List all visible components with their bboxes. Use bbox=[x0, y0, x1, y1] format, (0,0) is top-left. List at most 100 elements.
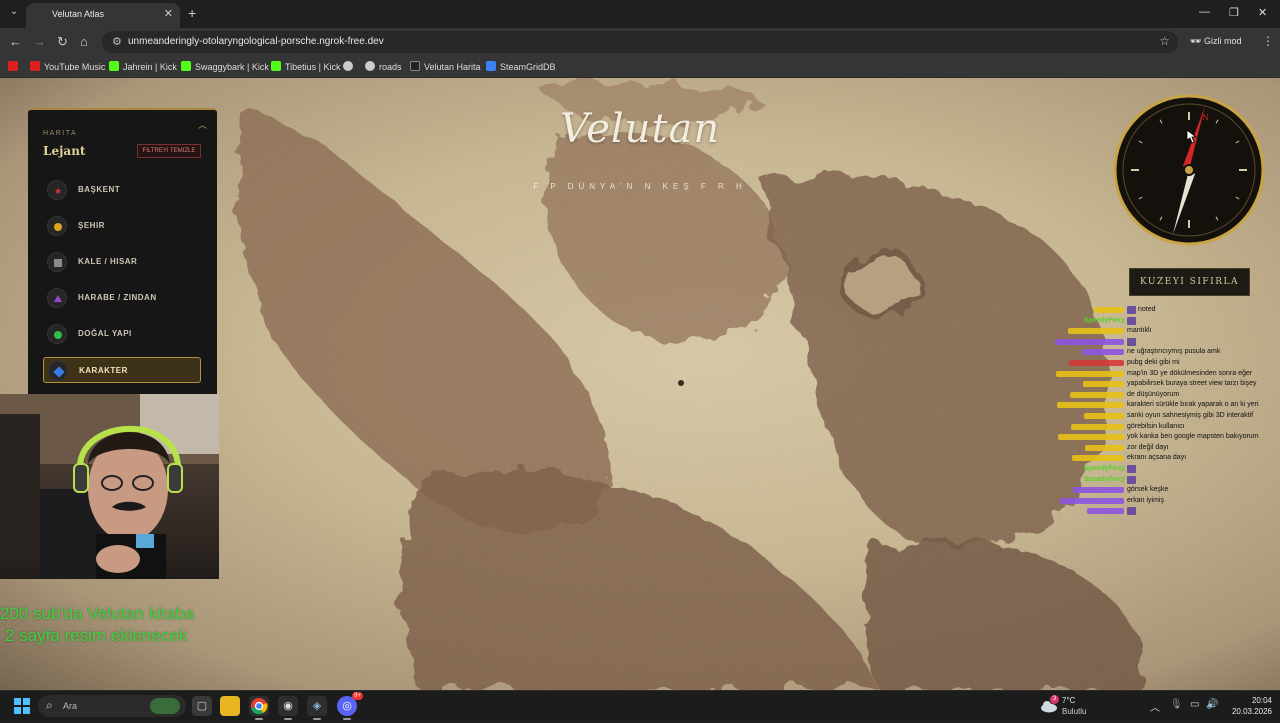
browser-toolbar: ← → ↻ ⌂ ⚙ unmeanderingly-otolaryngologic… bbox=[0, 28, 1280, 56]
incognito-indicator[interactable]: 🕶 Gizli mod bbox=[1190, 36, 1241, 47]
chat-message: erkan iyimiş bbox=[1030, 496, 1280, 507]
square-icon bbox=[54, 259, 62, 267]
bookmark-item[interactable] bbox=[8, 61, 22, 72]
chat-username[interactable]: SpeedyFoxy bbox=[1084, 316, 1125, 326]
bookmarks-bar: YouTube Music Jahrein | Kick Swaggybark | … bbox=[0, 56, 1280, 78]
close-tab-icon[interactable]: ✕ bbox=[164, 7, 173, 20]
chat-text: yapabilirsek buraya street view tarzı bi… bbox=[1127, 380, 1257, 388]
clear-filter-button[interactable]: FILTREYI TEMIZLE bbox=[137, 144, 201, 158]
menu-icon[interactable]: ⋮ bbox=[1262, 34, 1274, 48]
obs-icon[interactable]: ◉ bbox=[278, 696, 298, 720]
file-explorer-icon[interactable] bbox=[220, 696, 240, 716]
bookmark-item[interactable]: Velutan Harita bbox=[410, 61, 481, 72]
legend-item-label: DOĞAL YAPI bbox=[78, 329, 132, 338]
bookmark-label: Velutan Harita bbox=[424, 62, 481, 72]
chat-username-blurred bbox=[1057, 402, 1124, 409]
chat-text: ekranı açsana dayı bbox=[1127, 454, 1187, 462]
youtube-music-icon bbox=[30, 61, 40, 71]
chat-username-blurred bbox=[1056, 370, 1124, 377]
chat-username-blurred bbox=[1071, 423, 1124, 430]
stream-announcement: 200 sub'da Velutan kitaba 2 sayfa resim … bbox=[0, 603, 194, 647]
globe-icon bbox=[343, 61, 353, 71]
weather-badge: 3 bbox=[1050, 695, 1059, 704]
kick-icon bbox=[109, 61, 119, 71]
forward-icon[interactable]: → bbox=[33, 34, 46, 50]
discord-icon[interactable]: ◎ 9+ bbox=[337, 692, 363, 720]
chat-username-blurred bbox=[1058, 434, 1124, 441]
tray-overflow-icon[interactable]: ︿ bbox=[1150, 699, 1160, 714]
close-window-icon[interactable]: ✕ bbox=[1258, 6, 1267, 19]
legend-marker-square bbox=[47, 252, 67, 272]
chat-text: erkan iyimiş bbox=[1127, 496, 1164, 504]
new-tab-icon[interactable]: + bbox=[188, 5, 196, 21]
bookmark-label: Jahrein | Kick bbox=[123, 62, 177, 72]
chat-message bbox=[1030, 506, 1280, 517]
chat-username-blurred bbox=[1083, 381, 1124, 388]
reload-icon[interactable]: ↻ bbox=[57, 34, 68, 50]
emote-icon bbox=[1127, 306, 1136, 314]
emote-icon bbox=[1127, 507, 1136, 516]
tab-list-icon[interactable]: ⌄ bbox=[6, 4, 22, 20]
legend-item-doğal-yapi[interactable]: DOĞAL YAPI bbox=[43, 321, 201, 347]
app-icon[interactable]: ◈ bbox=[307, 696, 327, 720]
legend-item-harabe-zindan[interactable]: HARABE / ZINDAN bbox=[43, 285, 201, 311]
announcement-line-2: 2 sayfa resim eklenecek bbox=[5, 626, 188, 645]
webcam-feed bbox=[0, 394, 219, 579]
diamond-icon bbox=[53, 366, 65, 378]
chat-username-blurred bbox=[1085, 444, 1124, 451]
bookmark-star-icon[interactable]: ☆ bbox=[1159, 34, 1170, 48]
bookmark-item[interactable]: Tibetius | Kick bbox=[271, 61, 341, 72]
windows-start-icon[interactable] bbox=[14, 698, 30, 714]
tab-bar: ⌄ Velutan Atlas ✕ + — ❐ ✕ bbox=[0, 0, 1280, 28]
bookmark-item[interactable]: roads bbox=[365, 61, 402, 72]
chat-text: yok kanka ben google mapsten bakıyorum bbox=[1127, 433, 1259, 441]
steamgriddb-icon bbox=[486, 61, 496, 71]
collapse-chevron-icon[interactable]: ︿ bbox=[198, 118, 207, 131]
minimize-icon[interactable]: — bbox=[1199, 6, 1210, 18]
bookmark-label: Tibetius | Kick bbox=[285, 62, 341, 72]
kick-icon bbox=[271, 61, 281, 71]
restore-icon[interactable]: ❐ bbox=[1229, 6, 1239, 19]
weather-condition: Bulutlu bbox=[1062, 707, 1087, 716]
map-viewport[interactable]: Velutan F P DÜNYA'N N KEŞ F R H ︿ HARITA… bbox=[0, 78, 1280, 690]
home-icon[interactable]: ⌂ bbox=[80, 34, 88, 50]
reset-north-button[interactable]: KUZEYI SIFIRLA bbox=[1129, 268, 1250, 296]
chat-username[interactable]: SpeedyFoxy bbox=[1084, 464, 1125, 474]
chat-username-blurred bbox=[1070, 391, 1124, 398]
back-icon[interactable]: ← bbox=[9, 34, 22, 50]
system-clock[interactable]: 20:04 20.03.2026 bbox=[1222, 695, 1272, 717]
legend-item-kale-hisar[interactable]: KALE / HISAR bbox=[43, 249, 201, 275]
chrome-logo bbox=[251, 698, 268, 715]
chat-message: map'in 3D ye dökülmesinden sonra eğer bbox=[1030, 369, 1280, 380]
map-marker[interactable] bbox=[678, 380, 684, 386]
emote-icon bbox=[1127, 337, 1136, 346]
bookmark-item[interactable]: Swaggybark | Kick bbox=[181, 61, 269, 72]
circle-icon bbox=[54, 223, 62, 231]
chrome-icon[interactable] bbox=[249, 696, 269, 720]
legend-item-şehir[interactable]: ŞEHIR bbox=[43, 213, 201, 239]
legend-item-karakter[interactable]: KARAKTER bbox=[43, 357, 201, 383]
display-icon[interactable]: ▭ bbox=[1190, 699, 1199, 710]
chat-username[interactable]: SpeedyFoxy bbox=[1084, 475, 1125, 485]
site-info-icon[interactable]: ⚙ bbox=[112, 35, 122, 48]
volume-icon[interactable]: 🔊 bbox=[1206, 699, 1218, 710]
roads-icon bbox=[365, 61, 375, 71]
bookmark-item[interactable]: YouTube Music bbox=[30, 61, 105, 72]
tab-velutan-atlas[interactable]: Velutan Atlas ✕ bbox=[26, 3, 180, 28]
circle-icon bbox=[54, 331, 62, 339]
bookmark-item[interactable]: SteamGridDB bbox=[486, 61, 556, 72]
taskbar-search[interactable]: ⌕ Ara bbox=[38, 695, 186, 717]
chat-text: mantıklı bbox=[1127, 327, 1152, 335]
compass-widget[interactable]: N bbox=[1113, 94, 1265, 246]
chat-username-blurred bbox=[1068, 328, 1124, 335]
address-bar[interactable]: ⚙ unmeanderingly-otolaryngological-porsc… bbox=[102, 31, 1178, 53]
chat-username-blurred bbox=[1060, 497, 1124, 504]
url-text[interactable]: unmeanderingly-otolaryngological-porsche… bbox=[128, 36, 384, 47]
incognito-label: Gizli mod bbox=[1203, 36, 1242, 46]
legend-item-başkent[interactable]: ★ BAŞKENT bbox=[43, 177, 201, 203]
velutan-logo: Velutan bbox=[560, 106, 721, 152]
task-view-icon[interactable]: ▢ bbox=[192, 696, 212, 716]
bookmark-item[interactable] bbox=[343, 61, 357, 72]
bookmark-item[interactable]: Jahrein | Kick bbox=[109, 61, 177, 72]
microphone-icon[interactable]: 🎙 bbox=[1170, 699, 1183, 710]
